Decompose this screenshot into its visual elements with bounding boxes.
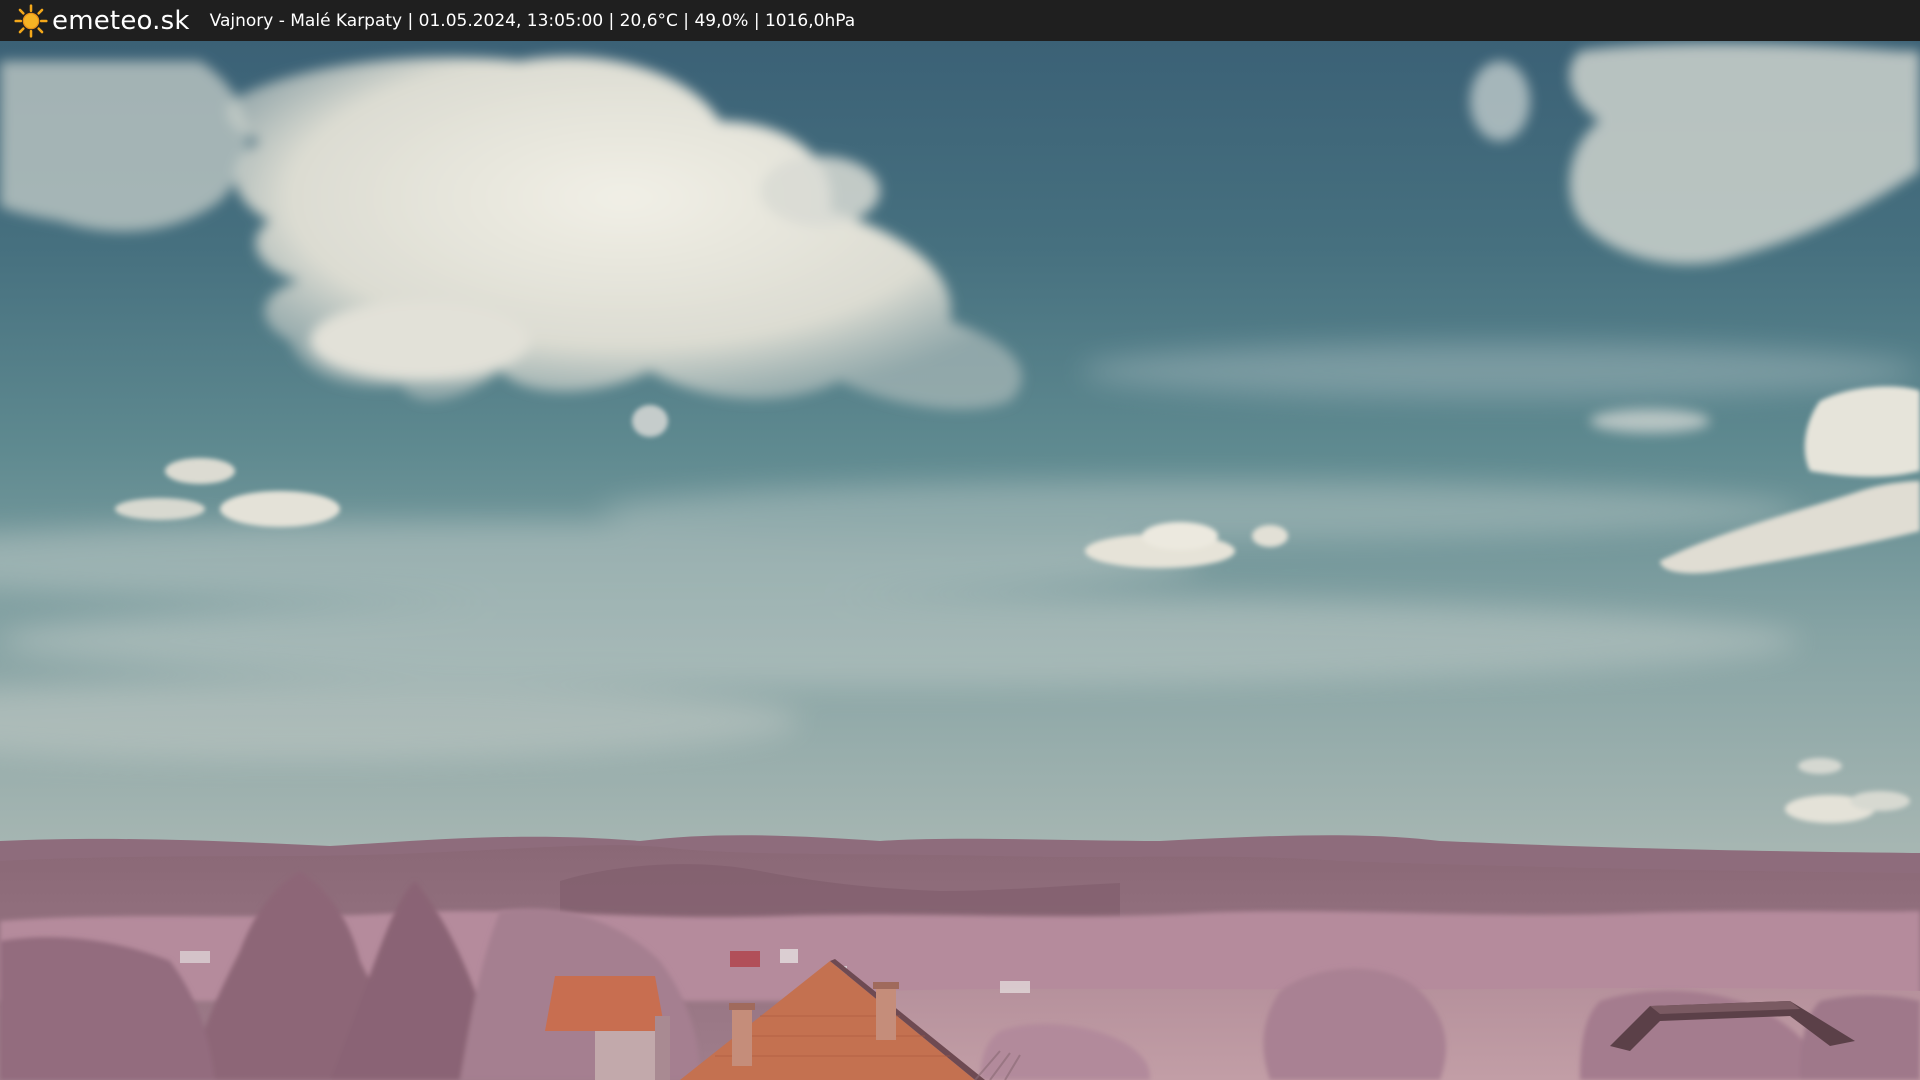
sun-icon	[14, 3, 48, 38]
station-caption: Vajnory - Malé Karpaty | 01.05.2024, 13:…	[209, 10, 856, 31]
webcam-image	[0, 41, 1920, 1080]
brand-logo[interactable]: emeteo.sk	[14, 0, 190, 41]
webcam-frame: emeteo.sk Vajnory - Malé Karpaty | 01.05…	[0, 0, 1920, 1080]
brand-name: emeteo.sk	[52, 5, 190, 36]
caption-bar: emeteo.sk Vajnory - Malé Karpaty | 01.05…	[0, 0, 1920, 41]
